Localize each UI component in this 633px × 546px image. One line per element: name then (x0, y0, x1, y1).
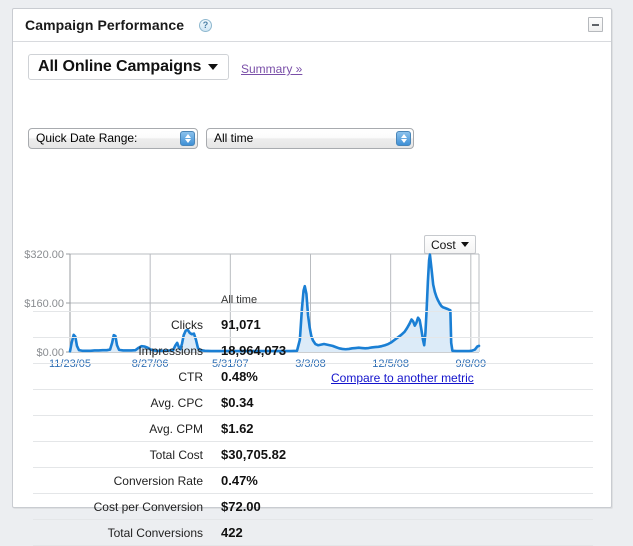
table-row: Clicks 91,071 (33, 311, 593, 338)
table-row: Avg. CPM $1.62 (33, 415, 593, 442)
performance-stats-table: All time Clicks 91,071 Impressions 18,964,0… (33, 289, 593, 546)
metric-value-cell: $72.00 (221, 499, 261, 514)
campaign-selector-label: All Online Campaigns (38, 58, 202, 75)
table-row: Cost per Conversion $72.00 (33, 493, 593, 520)
table-row: Conversion Rate 0.47% (33, 467, 593, 494)
controls-bar: All Online Campaigns Summary » Quick Dat… (13, 42, 611, 149)
metric-value-cell: 0.47% (221, 473, 258, 488)
metric-value-cell: $1.62 (221, 421, 254, 436)
table-row: CTR 0.48% (33, 363, 593, 390)
metric-label-cell: Conversion Rate (113, 473, 203, 488)
metric-label-cell: Impressions (138, 343, 203, 358)
table-body: Clicks 91,071 Impressions 18,964,073 CTR 0.48… (33, 311, 593, 546)
metric-label-cell: CTR (178, 369, 203, 384)
campaign-selector-button[interactable]: All Online Campaigns (28, 54, 230, 80)
metric-value-cell: $0.34 (221, 395, 254, 410)
table-row: Impressions 18,964,073 (33, 337, 593, 364)
metric-label-cell: Total Cost (149, 447, 203, 462)
table-row: Total Cost $30,705.82 (33, 441, 593, 468)
metric-value-cell: 91,071 (221, 317, 261, 332)
table-head: All time (33, 289, 593, 312)
page-title: Campaign Performance (25, 17, 185, 33)
metric-label-cell: Avg. CPM (149, 421, 203, 436)
table-row: Avg. CPC $0.34 (33, 389, 593, 416)
table-column-header-alltime: All time (221, 294, 258, 306)
panel-header: Campaign Performance ? (13, 9, 611, 42)
metric-value-cell: $30,705.82 (221, 447, 287, 462)
metric-value-cell: 18,964,073 (221, 343, 287, 358)
summary-link[interactable]: Summary » (241, 62, 302, 76)
table-header-row: All time (33, 289, 593, 312)
metric-label-cell: Cost per Conversion (93, 499, 203, 514)
chevron-down-icon (208, 64, 219, 70)
table-row: Total Conversions 422 (33, 519, 593, 546)
table-corner-cell (33, 289, 211, 312)
y-axis-tick-label: $320.00 (24, 249, 64, 261)
question-mark-icon[interactable]: ? (199, 19, 212, 32)
metric-label-cell: Total Conversions (107, 525, 203, 540)
metric-label-cell: Clicks (171, 317, 203, 332)
metric-value-cell: 0.48% (221, 369, 258, 384)
metric-label-cell: Avg. CPC (150, 395, 203, 410)
campaign-performance-panel: Campaign Performance ? All Online Campai… (12, 8, 612, 546)
minimize-icon[interactable] (588, 17, 603, 32)
metric-value-cell: 422 (221, 525, 243, 540)
